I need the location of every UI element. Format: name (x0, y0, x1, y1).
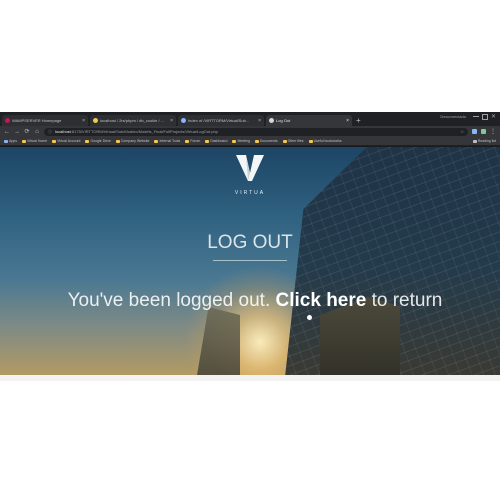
bookmark-item[interactable]: Virtual Account (52, 139, 80, 143)
url-host: localhost (55, 129, 71, 134)
close-icon[interactable]: × (170, 118, 173, 124)
folder-icon (154, 139, 159, 143)
title-divider (213, 260, 287, 261)
tab-index[interactable]: Index of /VIRTTORM/Virtual/Sub... × (178, 115, 264, 126)
bookmark-item[interactable]: Useful bookmarks (308, 139, 342, 143)
url-path: :8175/VIRTTORM/Virtual/Sub/Modelo/Models… (70, 129, 218, 134)
new-tab-button[interactable]: + (356, 115, 361, 126)
folder-icon (185, 139, 190, 143)
tab-strip: WAMPSERVER Homepage × localhost / 2rs/ph… (0, 112, 500, 126)
back-button[interactable]: ← (4, 129, 10, 135)
bookmark-item[interactable]: Dashboard (205, 139, 227, 143)
extension-icon[interactable] (472, 129, 477, 134)
address-bar[interactable]: ⓘ localhost:8175/VIRTTORM/Virtual/Sub/Mo… (44, 127, 468, 136)
return-link[interactable]: Click here (276, 290, 367, 311)
folder-icon (52, 139, 57, 143)
reload-button[interactable]: ⟳ (24, 128, 30, 135)
star-icon[interactable]: ☆ (460, 129, 464, 134)
close-icon[interactable]: × (346, 118, 349, 124)
reading-list-icon (472, 139, 477, 143)
folder-icon (115, 139, 120, 143)
bookmark-item[interactable]: Google Drive (85, 139, 111, 143)
reading-list-button[interactable]: Reading list (472, 139, 496, 143)
wamp-favicon-icon (5, 118, 10, 123)
folder-icon (232, 139, 237, 143)
close-window-icon[interactable]: ✕ (491, 113, 496, 120)
browser-toolbar: ← → ⟳ ⌂ ⓘ localhost:8175/VIRTTORM/Virtua… (0, 126, 500, 137)
folder-icon (308, 139, 313, 143)
folder-icon (205, 139, 210, 143)
phpmyadmin-favicon-icon (93, 118, 98, 123)
globe-favicon-icon (181, 118, 186, 123)
tab-wampserver[interactable]: WAMPSERVER Homepage × (2, 115, 88, 126)
minimize-icon[interactable] (472, 116, 479, 117)
extension-icon[interactable] (481, 129, 486, 134)
maximize-icon[interactable] (481, 113, 488, 120)
close-icon[interactable]: × (82, 118, 85, 124)
forward-button[interactable]: → (14, 129, 20, 135)
bookmark-item[interactable]: Documents (254, 139, 278, 143)
globe-favicon-icon (269, 118, 274, 123)
footer-divider (0, 375, 500, 381)
folder-icon (254, 139, 259, 143)
page-footer (0, 375, 500, 388)
bookmark-item[interactable]: Virtual Home (21, 139, 47, 143)
bookmark-item[interactable]: Apps (4, 139, 17, 143)
bookmark-item[interactable]: Internal Tools (154, 139, 180, 143)
bookmark-item[interactable]: Company Website (115, 139, 149, 143)
close-icon[interactable]: × (258, 118, 261, 124)
bookmark-item[interactable]: Forum (185, 139, 200, 143)
home-button[interactable]: ⌂ (34, 129, 40, 135)
info-icon[interactable]: ⓘ (48, 129, 52, 135)
menu-icon[interactable]: ⋮ (490, 128, 496, 135)
page-viewport: VIRTUA LOG OUT You've been logged out. C… (0, 147, 500, 375)
bookmark-item[interactable]: Other files (282, 139, 304, 143)
browser-window: WAMPSERVER Homepage × localhost / 2rs/ph… (0, 112, 500, 388)
profile-status[interactable]: Desconectado (440, 114, 466, 119)
logout-message: You've been logged out. Click here to re… (67, 290, 443, 311)
apps-icon (4, 139, 8, 143)
folder-icon (85, 139, 90, 143)
mouse-cursor (307, 315, 312, 320)
folder-icon (282, 139, 287, 143)
bookmark-item[interactable]: Meeting (232, 139, 250, 143)
virtua-logo-icon (236, 155, 264, 181)
window-controls: Desconectado ✕ (440, 113, 496, 120)
page-title: LOG OUT (207, 232, 293, 253)
tab-phpmyadmin[interactable]: localhost / 2rs/phpm / db_cookie / ... × (90, 115, 176, 126)
tab-log-out[interactable]: Log Out × (266, 115, 352, 126)
brand-name: VIRTUA (234, 190, 266, 196)
bookmarks-bar: Apps Virtual Home Virtual Account Google… (0, 137, 500, 146)
folder-icon (21, 139, 26, 143)
